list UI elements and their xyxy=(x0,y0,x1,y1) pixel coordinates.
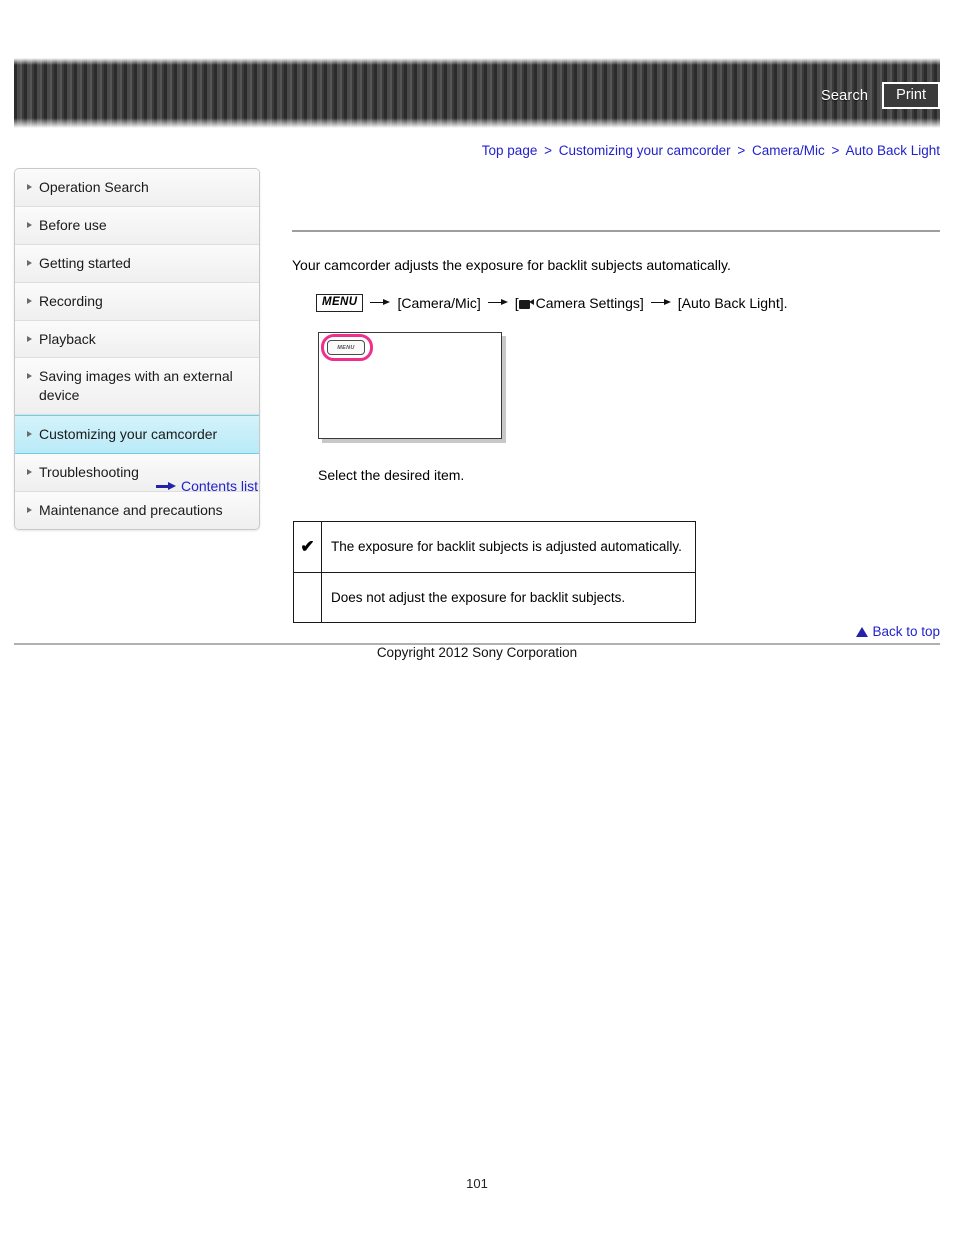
chevron-right-icon xyxy=(27,431,32,438)
breadcrumb: Top page > Customizing your camcorder > … xyxy=(482,143,940,158)
sidebar-item-saving-images-with-an-external-device[interactable]: Saving images with an external device xyxy=(15,358,259,416)
screen-menu-button[interactable]: MENU xyxy=(327,340,365,356)
mark-cell-empty xyxy=(293,571,322,624)
sidebar-item-getting-started[interactable]: Getting started xyxy=(15,244,259,283)
copyright-text: Copyright 2012 Sony Corporation xyxy=(376,645,578,660)
breadcrumb-item-auto-back-light[interactable]: Auto Back Light xyxy=(845,143,940,158)
search-link[interactable]: Search xyxy=(821,88,868,104)
arrow-right-icon xyxy=(155,481,176,491)
chevron-right-icon xyxy=(27,469,32,476)
chevron-right-icon xyxy=(27,335,32,342)
sidebar-item-customizing-your-camcorder[interactable]: Customizing your camcorder xyxy=(15,415,259,455)
sidebar-item-label: Before use xyxy=(39,216,107,233)
breadcrumb-separator: > xyxy=(737,143,746,158)
sidebar-item-maintenance-and-precautions[interactable]: Maintenance and precautions xyxy=(15,492,259,529)
page-number: 101 xyxy=(466,1176,488,1191)
sidebar-nav: Operation Search Before use Getting star… xyxy=(14,168,260,530)
contents-list-link[interactable]: Contents list xyxy=(181,478,258,494)
sidebar-item-before-use[interactable]: Before use xyxy=(15,206,259,245)
back-to-top-label: Back to top xyxy=(872,624,940,639)
sidebar-item-label: Getting started xyxy=(39,254,131,271)
menu-path-step-camera-mic: [Camera/Mic] xyxy=(397,294,481,311)
breadcrumb-separator: > xyxy=(831,143,840,158)
lead-paragraph: Your camcorder adjusts the exposure for … xyxy=(292,257,731,273)
content-divider xyxy=(292,230,940,232)
print-button[interactable]: Print xyxy=(882,82,940,110)
arrow-right-icon xyxy=(370,299,391,307)
sidebar-item-label: Saving images with an external device xyxy=(39,368,233,404)
sidebar-item-operation-search[interactable]: Operation Search xyxy=(15,169,259,207)
option-description: Does not adjust the exposure for backlit… xyxy=(321,571,696,624)
chevron-right-icon xyxy=(27,507,32,514)
arrow-right-icon xyxy=(650,299,671,307)
menu-path-step-auto-back-light: [Auto Back Light]. xyxy=(677,294,788,311)
sidebar-item-label: Maintenance and precautions xyxy=(39,502,223,519)
main-content: Your camcorder adjusts the exposure for … xyxy=(292,168,940,624)
header-tools: Search Print xyxy=(821,82,940,110)
sidebar-item-recording[interactable]: Recording xyxy=(15,282,259,321)
sidebar-item-label: Customizing your camcorder xyxy=(39,426,218,443)
select-instruction: Select the desired item. xyxy=(318,467,465,484)
sidebar-item-label: Operation Search xyxy=(39,179,149,195)
triangle-up-icon xyxy=(856,626,869,637)
arrow-right-icon xyxy=(487,299,508,307)
chevron-right-icon xyxy=(27,259,32,266)
table-row: ✔ The exposure for backlit subjects is a… xyxy=(293,521,696,573)
breadcrumb-item-customizing-your-camcorder[interactable]: Customizing your camcorder xyxy=(559,143,731,158)
chevron-right-icon xyxy=(27,184,32,190)
menu-path-step-camera-settings: [Camera Settings] xyxy=(515,295,644,311)
chevron-right-icon xyxy=(27,297,32,304)
sidebar-item-label: Recording xyxy=(39,292,103,309)
header-banner xyxy=(14,58,940,128)
table-row: Does not adjust the exposure for backlit… xyxy=(293,571,696,624)
contents-list-row: Contents list xyxy=(14,478,258,494)
camcorder-screen-panel: MENU xyxy=(318,332,502,440)
breadcrumb-item-camera-mic[interactable]: Camera/Mic xyxy=(752,143,825,158)
sidebar-item-playback[interactable]: Playback xyxy=(15,320,259,359)
option-description: The exposure for backlit subjects is adj… xyxy=(321,521,696,573)
camera-settings-label: Camera Settings] xyxy=(535,294,644,311)
breadcrumb-separator: > xyxy=(544,143,552,158)
menu-button-chip[interactable]: MENU xyxy=(316,293,364,313)
menu-path: MENU [Camera/Mic] [Camera Settings] [Aut… xyxy=(316,293,940,313)
camcorder-icon xyxy=(518,298,534,309)
chevron-right-icon xyxy=(27,373,32,380)
chevron-right-icon xyxy=(27,221,32,228)
back-to-top-link[interactable]: Back to top xyxy=(856,624,940,639)
options-table: ✔ The exposure for backlit subjects is a… xyxy=(293,521,696,624)
sidebar-item-label: Playback xyxy=(39,330,96,347)
screen-illustration: MENU xyxy=(318,332,508,445)
check-mark-icon: ✔ xyxy=(293,521,322,573)
breadcrumb-item-top-page[interactable]: Top page xyxy=(482,143,538,158)
